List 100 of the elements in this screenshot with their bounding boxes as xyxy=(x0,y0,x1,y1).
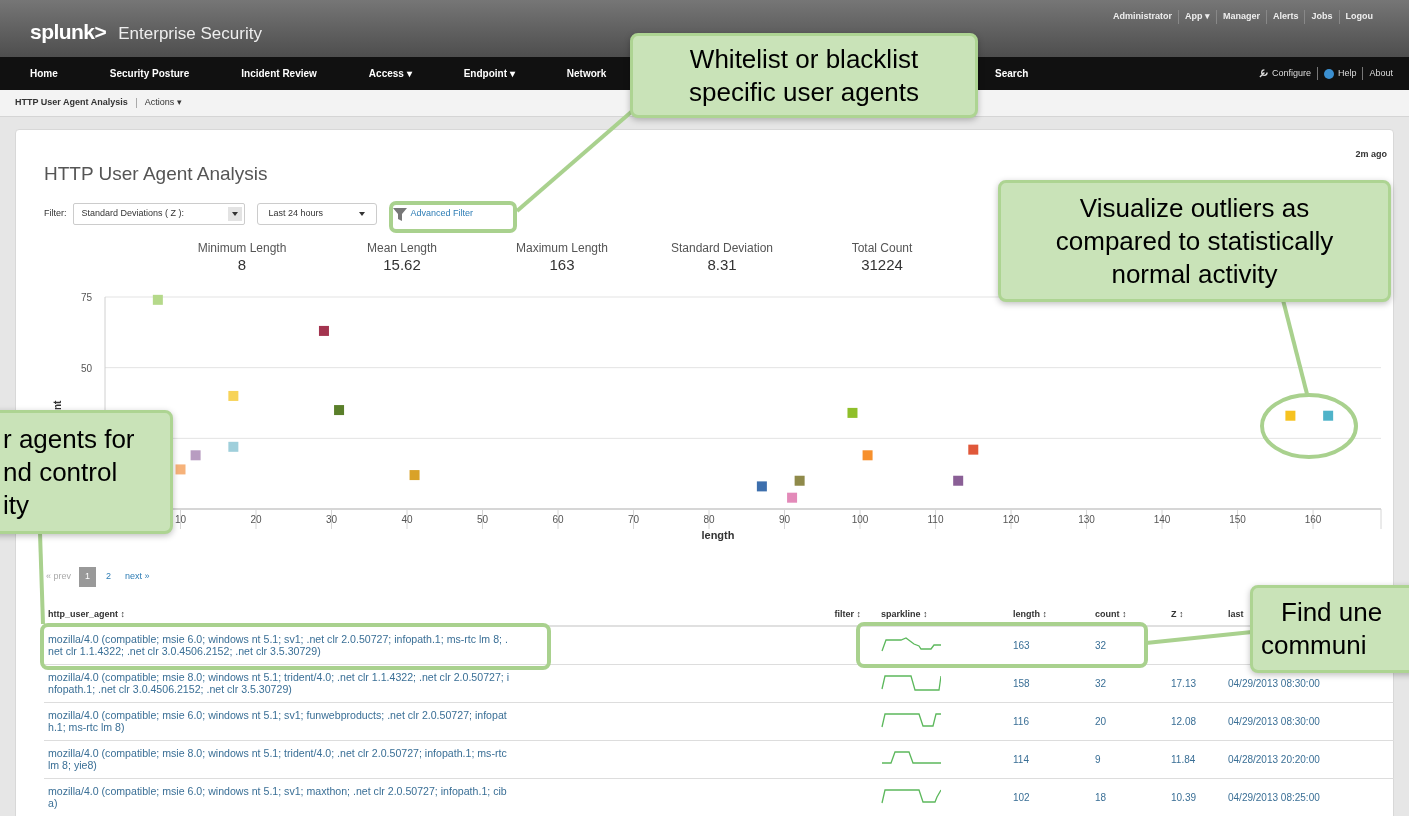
table-cell-text: 10.39 xyxy=(1171,790,1198,805)
column-header[interactable]: Z ↕ xyxy=(1171,607,1184,622)
updated-time: 2m ago xyxy=(1355,148,1387,161)
table-cell-text: 116 xyxy=(1013,714,1030,729)
funnel-icon xyxy=(392,207,407,221)
stat-label: Standard Deviation xyxy=(670,240,774,257)
filter-select[interactable]: Standard Deviations ( Z ): xyxy=(72,203,245,225)
table-cell-text: 32 xyxy=(1095,638,1108,653)
nav-item[interactable]: Endpoint ▾ xyxy=(463,66,515,81)
table-cell-text: 20 xyxy=(1095,714,1108,729)
tick-label: 40 xyxy=(401,514,413,525)
column-header[interactable]: http_user_agent ↕ xyxy=(48,607,125,622)
header-link[interactable]: App ▾ xyxy=(1177,10,1216,24)
advanced-filter-link[interactable]: Advanced Filter xyxy=(392,207,474,221)
stat-label: Mean Length xyxy=(366,240,438,257)
tick-label: 130 xyxy=(1078,514,1095,525)
tick-label: 75 xyxy=(81,292,93,303)
info-icon xyxy=(1323,68,1334,79)
stat-label: Maximum Length xyxy=(515,240,608,257)
panel-title: HTTP User Agent Analysis xyxy=(44,161,269,186)
axis-title: nt xyxy=(52,400,63,411)
table-cell-text: 04/28/2013 20:20:00 xyxy=(1228,752,1321,767)
nav-item[interactable]: Search xyxy=(995,66,1029,81)
page-link[interactable]: 2 xyxy=(104,570,114,584)
table-cell-text: 11.84 xyxy=(1171,752,1197,767)
filter-label: Filter: xyxy=(44,207,67,221)
table-cell-text: 12.08 xyxy=(1171,714,1198,729)
tick-label: 60 xyxy=(552,514,564,525)
tick-label: 110 xyxy=(927,514,944,525)
table-cell-text: 04/29/2013 08:30:00 xyxy=(1228,676,1321,691)
nav-link[interactable]: Help xyxy=(1316,66,1363,81)
tick-label: 90 xyxy=(778,514,791,525)
callout-text: compared to statistically xyxy=(1055,224,1334,258)
header-link[interactable]: Administrator xyxy=(1106,10,1178,24)
stat-value: 163 xyxy=(549,257,575,273)
column-header[interactable]: length ↕ xyxy=(1013,607,1047,622)
header-link[interactable]: Alerts xyxy=(1265,10,1305,24)
breadcrumb-title: HTTP User Agent Analysis xyxy=(15,96,128,110)
callout-text: r agents for xyxy=(3,422,136,456)
actions-menu[interactable]: Actions ▾ xyxy=(144,96,182,110)
nav-item[interactable]: Incident Review xyxy=(241,66,317,81)
user-agent-link[interactable]: mozilla/4.0 (compatible; msie 6.0; windows nt 5.1; sv1; .net clr 2.0.50727; infopath.1; ms-rtc lm 8; .net clr 1.1.4322; .net clr 3.0.4506.2152; .net clr 3.5.30729) xyxy=(48,633,510,657)
header-link[interactable]: Jobs xyxy=(1304,10,1339,24)
logo: splunk> xyxy=(30,19,107,45)
tick-label: 70 xyxy=(627,514,640,525)
wrench-icon xyxy=(1258,69,1268,78)
sparkline xyxy=(881,673,941,693)
callout-text: Visualize outliers as xyxy=(1079,191,1310,225)
callout-text: normal activity xyxy=(1111,257,1278,291)
callout-text: nd control xyxy=(3,455,119,489)
time-select[interactable]: Last 24 hours xyxy=(256,203,377,225)
stat-value: 8 xyxy=(237,257,247,273)
stat-value: 15.62 xyxy=(383,257,421,273)
tick-label: 80 xyxy=(703,514,715,525)
caret-icon xyxy=(358,212,365,216)
column-header[interactable]: sparkline ↕ xyxy=(881,607,928,622)
nav-item[interactable]: Access ▾ xyxy=(368,66,412,81)
caret-icon xyxy=(227,207,242,221)
user-agent-link[interactable]: mozilla/4.0 (compatible; msie 8.0; windows nt 5.1; trident/4.0; .net clr 1.1.4322; .net clr 2.0.50727; infopath.1; .net clr 3.0.4506.2152; .net clr 3.5.30729) xyxy=(48,671,510,695)
table-cell-text: 9 xyxy=(1095,752,1102,767)
nav-link[interactable]: Configure xyxy=(1252,66,1317,81)
stat-label: Minimum Length xyxy=(197,240,287,257)
product-name: Enterprise Security xyxy=(118,23,262,45)
nav-item[interactable]: Network xyxy=(566,66,607,81)
table-cell-text: 163 xyxy=(1013,638,1031,653)
axis-title: length xyxy=(701,529,735,541)
user-agent-link[interactable]: mozilla/4.0 (compatible; msie 6.0; windows nt 5.1; sv1; funwebproducts; .net clr 2.0.50727; infopath.1; ms-rtc lm 8) xyxy=(48,709,510,733)
header-link[interactable]: Manager xyxy=(1215,10,1266,24)
column-header[interactable]: filter ↕ xyxy=(834,607,861,622)
callout-text: Whitelist or blacklist xyxy=(689,42,919,76)
tick-label: 140 xyxy=(1153,514,1171,525)
table-cell-text: 32 xyxy=(1095,676,1108,691)
next-link[interactable]: next » xyxy=(125,570,150,584)
column-header[interactable]: last xyxy=(1228,607,1244,622)
tick-label: 120 xyxy=(1002,514,1020,525)
nav-item[interactable]: Home xyxy=(30,66,58,81)
table-cell-text: 18 xyxy=(1095,790,1108,805)
callout-text: Find une xyxy=(1281,596,1384,629)
callout-text: specific user agents xyxy=(689,75,919,109)
table-cell-text: 04/29/2013 08:30:00 xyxy=(1228,714,1321,729)
column-header[interactable]: count ↕ xyxy=(1095,607,1127,622)
tick-label: 20 xyxy=(250,514,262,525)
tick-label: 50 xyxy=(81,362,93,374)
header-link[interactable]: Logou xyxy=(1338,10,1379,24)
nav-item[interactable]: Security Posture xyxy=(109,66,190,81)
table-cell-text: 17.13 xyxy=(1171,676,1198,691)
tick-label: 100 xyxy=(851,514,869,525)
table-cell-text: 102 xyxy=(1013,790,1031,805)
stat-label: Total Count xyxy=(851,240,913,257)
tick-label: 30 xyxy=(325,514,338,525)
nav-link[interactable]: About xyxy=(1362,66,1399,81)
table-cell-text: 158 xyxy=(1013,676,1031,691)
table-cell-text: 114 xyxy=(1013,752,1030,767)
table-cell-text: 04/29/2013 08:25:00 xyxy=(1228,790,1321,805)
tick-label: 10 xyxy=(174,514,187,525)
tick-label: 50 xyxy=(476,514,489,525)
user-agent-link[interactable]: mozilla/4.0 (compatible; msie 8.0; windows nt 5.1; trident/4.0; .net clr 2.0.50727; infopath.1; ms-rtc lm 8; yie8) xyxy=(48,747,510,771)
callout-text: ity xyxy=(3,488,30,522)
user-agent-link[interactable]: mozilla/4.0 (compatible; msie 6.0; windows nt 5.1; sv1; maxthon; .net clr 2.0.50727; infopath.1; ciba) xyxy=(48,785,510,809)
tick-label: 160 xyxy=(1304,514,1322,525)
